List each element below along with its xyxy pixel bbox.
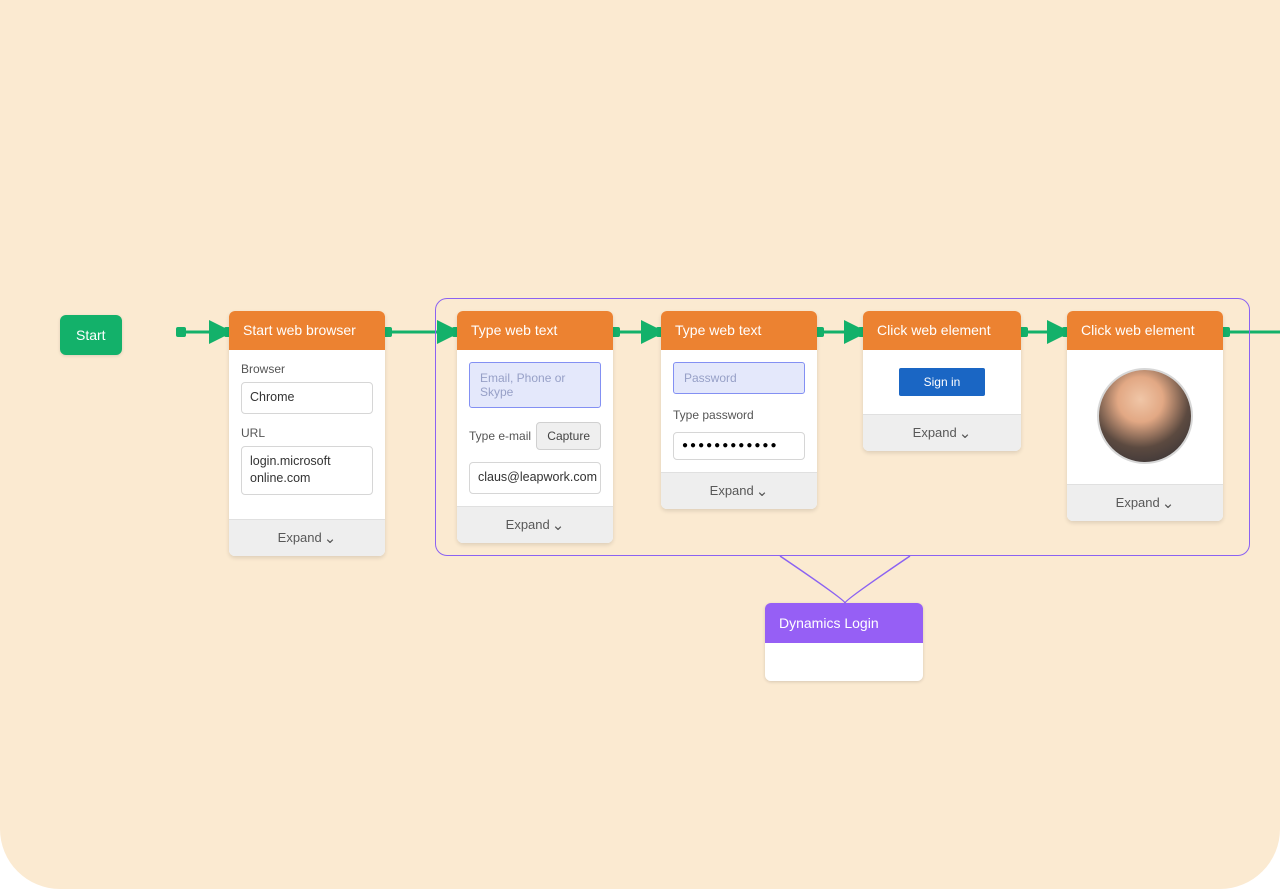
expand-button[interactable]: Expand⌄: [863, 414, 1021, 451]
card-start-web-browser[interactable]: Start web browser Browser Chrome URL log…: [229, 311, 385, 556]
expand-label: Expand: [913, 425, 957, 440]
chevron-down-icon: ⌄: [756, 484, 769, 499]
card-type-password[interactable]: Type web text Password Type password ●●●…: [661, 311, 817, 509]
expand-label: Expand: [1116, 495, 1160, 510]
field-value-password[interactable]: ●●●●●●●●●●●●: [673, 432, 805, 460]
chevron-down-icon: ⌄: [324, 531, 337, 546]
expand-label: Expand: [710, 483, 754, 498]
expand-button[interactable]: Expand⌄: [661, 472, 817, 509]
field-value-email[interactable]: claus@leapwork.com: [469, 462, 601, 494]
card-title: Type web text: [457, 311, 613, 350]
field-label-browser: Browser: [241, 362, 373, 376]
field-label-url: URL: [241, 426, 373, 440]
avatar-preview: [1097, 368, 1193, 464]
chevron-down-icon: ⌄: [959, 426, 972, 441]
subflow-body: [765, 643, 923, 681]
preview-signin-button: Sign in: [899, 368, 985, 396]
card-title: Start web browser: [229, 311, 385, 350]
card-title: Type web text: [661, 311, 817, 350]
chevron-down-icon: ⌄: [1162, 496, 1175, 511]
expand-label: Expand: [506, 517, 550, 532]
card-type-email[interactable]: Type web text Email, Phone or Skype Type…: [457, 311, 613, 543]
start-node[interactable]: Start: [60, 315, 122, 355]
subflow-title: Dynamics Login: [765, 603, 923, 643]
card-title: Click web element: [863, 311, 1021, 350]
subflow-dynamics-login[interactable]: Dynamics Login: [765, 603, 923, 681]
field-label-type-password: Type password: [673, 408, 805, 422]
field-label-type-email: Type e-mail: [469, 429, 531, 443]
field-value-url[interactable]: login.microsoft online.com: [241, 446, 373, 495]
field-value-browser[interactable]: Chrome: [241, 382, 373, 414]
expand-button[interactable]: Expand⌄: [1067, 484, 1223, 521]
preview-password-input: Password: [673, 362, 805, 394]
card-click-avatar[interactable]: Click web element Expand⌄: [1067, 311, 1223, 521]
expand-button[interactable]: Expand⌄: [457, 506, 613, 543]
expand-label: Expand: [278, 530, 322, 545]
start-node-label: Start: [76, 327, 106, 343]
expand-button[interactable]: Expand⌄: [229, 519, 385, 556]
preview-email-input: Email, Phone or Skype: [469, 362, 601, 408]
chevron-down-icon: ⌄: [552, 518, 565, 533]
capture-button[interactable]: Capture: [536, 422, 601, 450]
card-click-signin[interactable]: Click web element Sign in Expand⌄: [863, 311, 1021, 451]
card-title: Click web element: [1067, 311, 1223, 350]
diagram-canvas[interactable]: Start Start web browser Browser Chrome U…: [0, 0, 1280, 889]
